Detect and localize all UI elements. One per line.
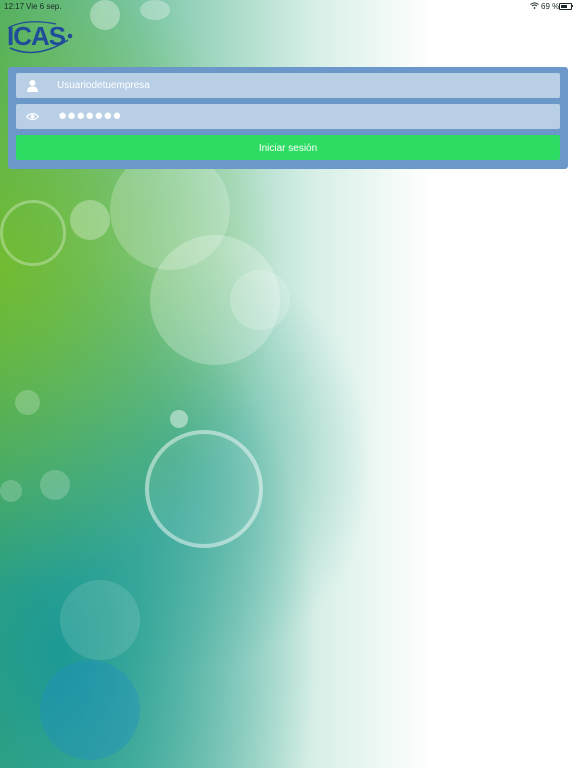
status-time: 12:17 [4, 2, 25, 11]
bokeh-light [70, 200, 110, 240]
bokeh-light [170, 410, 188, 428]
user-icon [27, 80, 38, 92]
login-panel: Usuariodetuempresa ●●●●●●● Iniciar sesió… [8, 67, 568, 169]
bokeh-light [15, 390, 40, 415]
bokeh-light [40, 470, 70, 500]
username-field[interactable]: Usuariodetuempresa [16, 73, 560, 98]
bokeh-ring [145, 430, 263, 548]
battery-tip [572, 5, 573, 7]
logo-text: ICAS [7, 21, 66, 51]
battery-percentage: 69 % [541, 2, 560, 11]
battery-level [561, 5, 568, 8]
bokeh-light [40, 660, 140, 760]
password-field[interactable]: ●●●●●●● [16, 104, 560, 129]
bokeh-light [230, 270, 290, 330]
login-button[interactable]: Iniciar sesión [16, 135, 560, 160]
bokeh-light [0, 200, 66, 266]
username-input[interactable]: Usuariodetuempresa [57, 80, 150, 91]
eye-icon[interactable] [26, 110, 39, 123]
bokeh-light [0, 480, 22, 502]
battery-icon [559, 3, 572, 10]
bokeh-light [60, 580, 140, 660]
status-date: Vie 6 sep. [26, 2, 62, 11]
status-bar: 12:17 Vie 6 sep. 69 % [0, 0, 576, 12]
wifi-icon [530, 2, 539, 9]
password-input[interactable]: ●●●●●●● [58, 107, 121, 124]
icas-logo: ICAS [6, 18, 76, 58]
